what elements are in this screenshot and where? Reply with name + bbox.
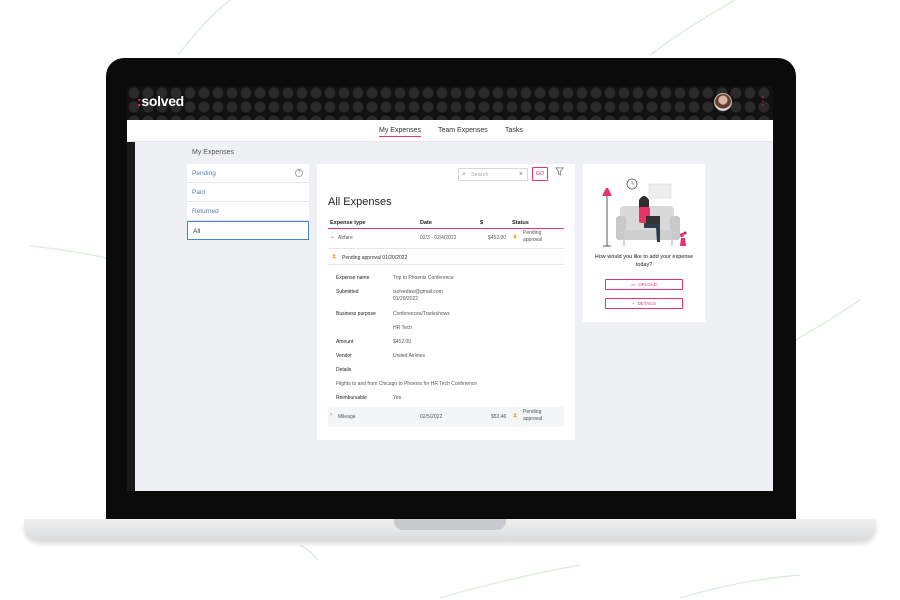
tab-my-expenses[interactable]: My Expenses [379,127,422,137]
sidebar-item-label: Returned [192,208,219,215]
detail-value-submitted-email: isolvedaw@gmail.com [393,289,443,295]
detail-label-reimbursable: Reimbursable [336,395,367,401]
detail-value-reimbursable: Yes [393,395,402,401]
detail-value-expense-name: Trip to Phoenix Conference [393,275,454,281]
header-rule [328,228,564,229]
logo-name: solved [141,93,184,109]
detail-value-details: Flights to and from Chicago to Phoenix f… [336,381,478,387]
row-amount: $53.46 [491,414,507,420]
plus-icon: + [631,301,635,306]
row-status: Pending [523,409,542,415]
app-screen: :solved · · · My Expenses Team Expenses Ta… [127,86,773,491]
chevron-right-icon[interactable]: › [330,412,332,418]
expense-filter-list: Pending ? Paid Returned All [187,164,309,240]
hourglass-icon: ⧗ [513,234,518,240]
decorative-line [679,574,801,599]
decorative-line [299,544,319,561]
help-icon[interactable]: ? [295,169,303,177]
add-expense-card: How would you like to add your expense t… [583,164,705,322]
detail-value-business-purpose: Conferences/Tradeshows [393,311,450,317]
sidebar-item-label: All [193,228,201,235]
pending-banner: ⧗ Pending approval 01/20/2022 [328,251,564,265]
row-status: approval [523,416,543,422]
chevron-down-icon[interactable]: ⌄ [330,233,335,240]
search-input[interactable]: ⌕ Search × [458,168,528,181]
sidebar-item-label: Paid [192,189,206,196]
user-avatar[interactable] [714,93,732,111]
search-icon: ⌕ [462,171,466,178]
search-placeholder: Search [471,172,489,178]
detail-label-expense-name: Expense name [336,275,370,281]
upload-icon: ▭ [631,282,636,287]
column-header-date[interactable]: Date [420,220,432,226]
detail-label-vendor: Vendor [336,353,352,359]
decorative-line [439,564,581,599]
upload-button[interactable]: ▭ UPLOAD [605,279,683,290]
top-bar: :solved · · · [127,86,773,120]
row-status: Pending [523,230,542,236]
detail-value-business-purpose-2: HR Tech [393,325,413,331]
detail-value-submitted-date: 01/20/2022 [393,296,419,302]
decorative-line [177,0,231,56]
more-menu-icon[interactable]: · · · [761,92,765,111]
decorative-line [795,299,861,341]
upload-button-label: UPLOAD [638,282,657,287]
isolved-logo[interactable]: :solved [137,93,184,109]
sidebar-item-paid[interactable]: Paid [187,183,309,202]
detail-value-vendor: United Airlines [393,353,425,359]
sidebar-item-pending[interactable]: Pending ? [187,164,309,183]
column-header-amount[interactable]: $ [480,220,483,226]
tab-tasks[interactable]: Tasks [505,127,523,134]
row-amount: $452.00 [488,235,507,241]
row-divider [328,248,564,249]
filter-icon[interactable] [555,167,564,178]
details-button[interactable]: + DETAILS [605,298,683,309]
pending-banner-text: Pending approval 01/20/2022 [342,255,408,261]
row-date: 02/3 - 02/4/2022 [420,235,457,241]
column-header-type[interactable]: Expense type [330,220,365,226]
main-nav: My Expenses Team Expenses Tasks [127,120,773,142]
details-button-label: DETAILS [637,301,657,306]
woman-with-laptop-illustration [602,178,687,247]
row-type: Mileage [338,414,356,420]
sidebar-item-all[interactable]: All [187,221,309,240]
decorative-line [29,245,107,259]
clear-search-icon[interactable]: × [519,171,523,178]
detail-label-details: Details [336,367,352,373]
table-row[interactable]: › Mileage 02/5/2022 $53.46 ⧗ Pending app… [328,407,564,427]
row-date: 02/5/2022 [420,414,443,420]
hourglass-icon: ⧗ [332,254,337,260]
column-header-status[interactable]: Status [512,220,529,226]
marketing-stage: :solved · · · My Expenses Team Expenses Ta… [0,0,900,600]
row-type: Airfare [338,235,353,241]
detail-label-business-purpose: Business purpose [336,311,376,317]
sidebar-item-returned[interactable]: Returned [187,202,309,221]
sidebar-item-label: Pending [192,170,216,177]
detail-label-submitted: Submitted [336,289,359,295]
tab-team-expenses[interactable]: Team Expenses [438,127,488,134]
go-button[interactable]: GO [532,167,548,181]
detail-value-amount: $452.00 [393,339,412,345]
expenses-card: ⌕ Search × GO All Expenses Expense type … [317,164,575,440]
add-expense-question: How would you like to add your expense t… [594,254,694,268]
decorative-line [649,0,736,56]
hourglass-icon: ⧗ [513,413,518,419]
section-title: My Expenses [192,149,235,156]
page-title: All Expenses [328,196,392,208]
row-status: approval [523,237,543,243]
laptop-notch [394,519,506,530]
left-edge-strip [127,142,135,491]
detail-label-amount: Amount [336,339,354,345]
